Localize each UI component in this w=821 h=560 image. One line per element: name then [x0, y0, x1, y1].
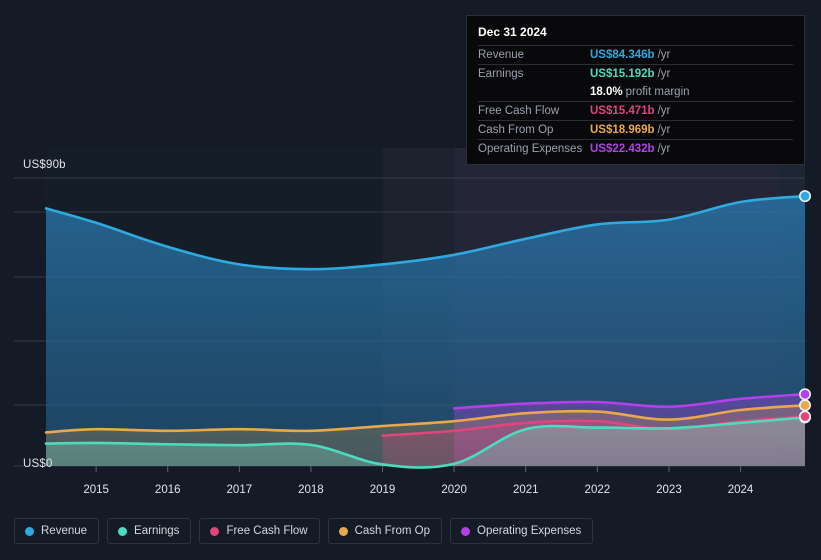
tooltip-row-label: Operating Expenses: [478, 143, 583, 155]
tooltip-row-suffix: profit margin: [625, 86, 690, 98]
tooltip-row: 18.0% profit margin: [478, 83, 793, 101]
legend-item-free-cash-flow[interactable]: Free Cash Flow: [199, 518, 320, 544]
tooltip-row: Cash From Op US$18.969b/yr: [478, 120, 793, 139]
tooltip-row-value: 18.0%: [590, 86, 623, 98]
legend-color-dot-icon: [461, 526, 471, 536]
x-tick-label-2018: 2018: [298, 484, 324, 496]
tooltip-row-value: US$15.471b: [590, 105, 655, 117]
tooltip-row-value: US$84.346b: [590, 49, 655, 61]
tooltip-row-value-wrap: US$15.471b/yr: [590, 105, 670, 117]
y-axis-zero-label: US$0: [23, 458, 53, 470]
x-tick-label-2023: 2023: [656, 484, 682, 496]
x-tick-label-2024: 2024: [727, 484, 754, 496]
tooltip-row-label: Revenue: [478, 49, 525, 61]
legend-item-label: Cash From Op: [354, 525, 431, 537]
tooltip-row-value: US$15.192b: [590, 68, 655, 80]
tooltip-row: Operating Expenses US$22.432b/yr: [478, 139, 793, 158]
chart-legend[interactable]: Revenue Earnings Free Cash Flow Cash From O…: [14, 518, 594, 544]
legend-item-earnings[interactable]: Earnings: [107, 518, 192, 544]
tooltip-row-value-wrap: US$15.192b/yr: [590, 68, 670, 80]
tooltip-row-suffix: /yr: [657, 49, 671, 61]
x-tick-label-2015: 2015: [83, 484, 109, 496]
legend-item-label: Operating Expenses: [477, 525, 582, 537]
tooltip-row-value-wrap: US$84.346b/yr: [590, 49, 670, 61]
x-tick-label-2021: 2021: [512, 484, 539, 496]
tooltip-row-value-wrap: US$18.969b/yr: [590, 124, 670, 136]
x-tick-label-2016: 2016: [154, 484, 181, 496]
tooltip-row-suffix: /yr: [657, 68, 671, 80]
tooltip-row: Free Cash Flow US$15.471b/yr: [478, 101, 793, 120]
tooltip-date: Dec 31 2024: [478, 25, 547, 39]
x-tick-label-2022: 2022: [584, 484, 611, 496]
x-tick-label-2020: 2020: [441, 484, 467, 496]
legend-color-dot-icon: [25, 526, 34, 536]
tooltip-row-suffix: /yr: [657, 124, 671, 136]
tooltip-rows: Revenue US$84.346b/yr Earnings US$15.192b/y…: [478, 45, 793, 158]
tooltip-row: Revenue US$84.346b/yr: [478, 45, 793, 64]
legend-color-dot-icon: [210, 526, 220, 536]
legend-color-dot-icon: [118, 526, 128, 536]
x-tick-label-2017: 2017: [226, 484, 253, 496]
legend-item-cash-from-op[interactable]: Cash From Op: [327, 518, 443, 544]
legend-item-label: Free Cash Flow: [226, 525, 308, 537]
tooltip-row-value: US$22.432b: [590, 143, 655, 155]
tooltip-row-label: Earnings: [478, 68, 524, 80]
tooltip-row-value-wrap: 18.0% profit margin: [590, 86, 690, 98]
tooltip-row-label: Free Cash Flow: [478, 105, 560, 117]
tooltip-row-value: US$18.969b: [590, 124, 655, 136]
tooltip-row-suffix: /yr: [657, 143, 671, 155]
legend-item-label: Revenue: [41, 525, 88, 537]
tooltip-row-value-wrap: US$22.432b/yr: [590, 143, 670, 155]
financials-chart-widget: US$90b US$0 2015 2016 2017 2018 2019 2020 2021…: [0, 0, 821, 560]
legend-item-label: Earnings: [134, 525, 180, 537]
legend-item-operating-expenses[interactable]: Operating Expenses: [450, 518, 594, 544]
tooltip-row-suffix: /yr: [657, 105, 671, 117]
legend-item-revenue[interactable]: Revenue: [14, 518, 100, 544]
y-axis-max-label: US$90b: [23, 159, 66, 171]
tooltip-row-label: Cash From Op: [478, 124, 554, 136]
tooltip-row: Earnings US$15.192b/yr: [478, 64, 793, 83]
data-tooltip: Dec 31 2024 Revenue US$84.346b/yr Earnings…: [466, 15, 805, 165]
x-tick-label-2019: 2019: [369, 484, 396, 496]
legend-color-dot-icon: [338, 526, 348, 536]
